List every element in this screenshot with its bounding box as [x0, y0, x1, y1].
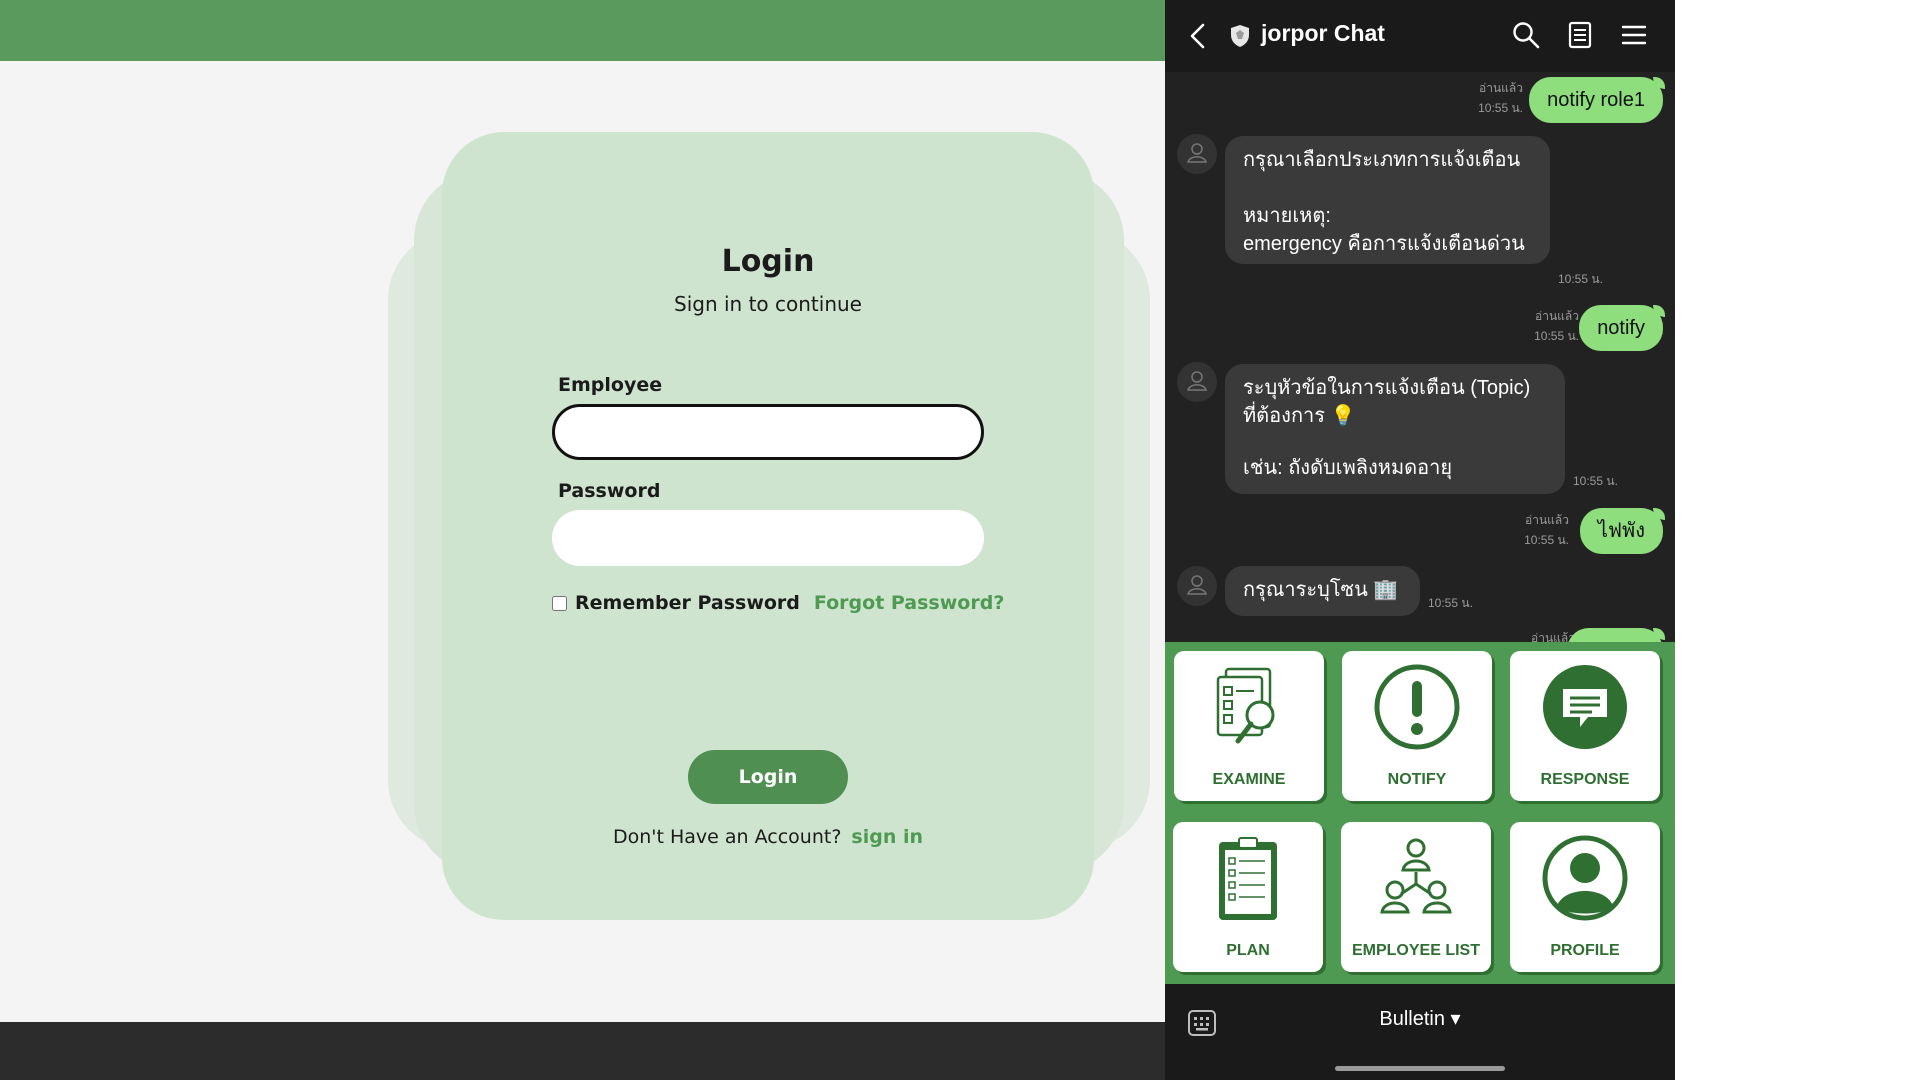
message-line: ระบุหัวข้อในการแจ้งเตือน (Topic)	[1243, 377, 1531, 399]
login-button[interactable]: Login	[688, 750, 848, 804]
menu-icon[interactable]	[1619, 20, 1649, 50]
chat-footer: Bulletin ▾	[1165, 984, 1675, 1080]
bot-avatar-icon[interactable]	[1177, 566, 1217, 606]
outgoing-message[interactable]: notify	[1579, 305, 1665, 351]
rich-menu: EXAMINE NOTIFY RESPONSE PLAN EMPLOYEE LI…	[1165, 642, 1675, 984]
read-receipt: อ่านแล้ว	[1535, 309, 1579, 323]
message-meta: อ่านแล้ว 10:55 น.	[1534, 306, 1579, 346]
back-arrow-icon[interactable]	[1187, 22, 1209, 50]
read-receipt: อ่านแล้ว	[1479, 81, 1523, 95]
menu-tile-examine[interactable]: EXAMINE	[1174, 651, 1324, 801]
menu-tile-response[interactable]: RESPONSE	[1510, 651, 1660, 801]
plan-icon	[1219, 837, 1277, 920]
menu-tile-label: EMPLOYEE LIST	[1351, 942, 1480, 959]
menu-tile-employee-list[interactable]: EMPLOYEE LIST	[1341, 822, 1491, 972]
bot-avatar-icon[interactable]	[1177, 134, 1217, 174]
remember-label: Remember Password	[575, 592, 800, 614]
menu-tile-notify[interactable]: NOTIFY	[1342, 651, 1492, 801]
login-card: Login Sign in to continue Employee Passw…	[442, 132, 1094, 920]
login-page: Login Sign in to continue Employee Passw…	[0, 0, 1165, 1080]
menu-tile-label: PROFILE	[1550, 942, 1620, 959]
message-line: emergency คือการแจ้งเตือนด่วน	[1243, 233, 1525, 255]
message-time: 10:55 น.	[1573, 474, 1618, 488]
message-line: ที่ต้องการ 💡	[1243, 405, 1356, 427]
message-meta: อ่านแล้ว 10:55 น.	[1478, 78, 1523, 118]
search-icon[interactable]	[1511, 20, 1541, 50]
incoming-message[interactable]: ระบุหัวข้อในการแจ้งเตือน (Topic) ที่ต้อง…	[1225, 364, 1565, 494]
password-label: Password	[558, 480, 661, 502]
message-meta: อ่านแล้ว 10:55 น.	[1524, 510, 1569, 550]
notes-icon[interactable]	[1565, 20, 1595, 50]
message-line	[1243, 430, 1547, 454]
remember-checkbox[interactable]	[552, 595, 567, 611]
bot-avatar-icon[interactable]	[1177, 362, 1217, 402]
employee-input[interactable]	[552, 404, 984, 460]
message-line: กรุณาเลือกประเภทการแจ้งเตือน	[1243, 149, 1521, 171]
incoming-message[interactable]: กรุณาระบุโซน 🏢	[1225, 566, 1420, 616]
incoming-message[interactable]: กรุณาเลือกประเภทการแจ้งเตือน หมายเหตุ: e…	[1225, 136, 1550, 264]
response-icon	[1543, 665, 1627, 749]
forgot-password-link[interactable]: Forgot Password?	[814, 592, 1004, 614]
sign-in-link[interactable]: sign in	[851, 826, 923, 848]
menu-tile-label: NOTIFY	[1387, 771, 1447, 788]
employee-list-icon	[1380, 838, 1452, 914]
message-time: 10:55 น.	[1524, 533, 1569, 547]
message-line: เช่น: ถังดับเพลิงหมดอายุ	[1243, 457, 1453, 479]
message-line: หมายเหตุ:	[1243, 205, 1331, 227]
menu-tile-plan[interactable]: PLAN	[1173, 822, 1323, 972]
chat-app: jorpor Chat อ่านแล้ว 10:55 น. notify rol…	[1165, 0, 1675, 1080]
outgoing-message[interactable]: notify role1	[1529, 77, 1665, 123]
notify-icon	[1374, 664, 1460, 750]
bottom-bar	[0, 1022, 1165, 1080]
login-title: Login	[721, 244, 815, 279]
bulletin-menu-toggle[interactable]: Bulletin ▾	[1165, 1006, 1675, 1031]
employee-label: Employee	[558, 374, 663, 396]
message-time: 10:55 น.	[1428, 596, 1473, 610]
message-line	[1243, 174, 1532, 202]
message-time: 10:55 น.	[1534, 329, 1579, 343]
outgoing-message[interactable]	[1567, 628, 1665, 642]
message-time: 10:55 น.	[1478, 101, 1523, 115]
chat-history: อ่านแล้ว 10:55 น. notify role1 กรุณาเลือ…	[1165, 72, 1675, 642]
profile-icon	[1542, 835, 1628, 921]
examine-icon	[1216, 667, 1275, 744]
menu-tile-profile[interactable]: PROFILE	[1510, 822, 1660, 972]
read-receipt: อ่านแล้ว	[1525, 513, 1569, 527]
login-subtitle: Sign in to continue	[674, 292, 862, 316]
verified-shield-icon	[1231, 25, 1249, 47]
remember-row: Remember Password Forgot Password?	[552, 588, 1004, 618]
menu-tile-label: EXAMINE	[1212, 771, 1286, 788]
chat-header: jorpor Chat	[1165, 0, 1675, 72]
chat-title: jorpor Chat	[1261, 20, 1385, 46]
menu-tile-label: PLAN	[1226, 942, 1270, 959]
home-indicator	[1335, 1066, 1505, 1071]
password-input[interactable]	[552, 510, 984, 566]
outgoing-message[interactable]: ไฟพัง	[1579, 508, 1666, 554]
account-prompt-text: Don't Have an Account?	[612, 826, 842, 848]
top-nav-bar	[0, 0, 1165, 61]
message-line: กรุณาระบุโซน 🏢	[1243, 579, 1399, 601]
menu-tile-label: RESPONSE	[1540, 771, 1630, 788]
message-time: 10:55 น.	[1558, 272, 1603, 286]
account-prompt-row: Don't Have an Account? sign in	[442, 826, 1094, 848]
